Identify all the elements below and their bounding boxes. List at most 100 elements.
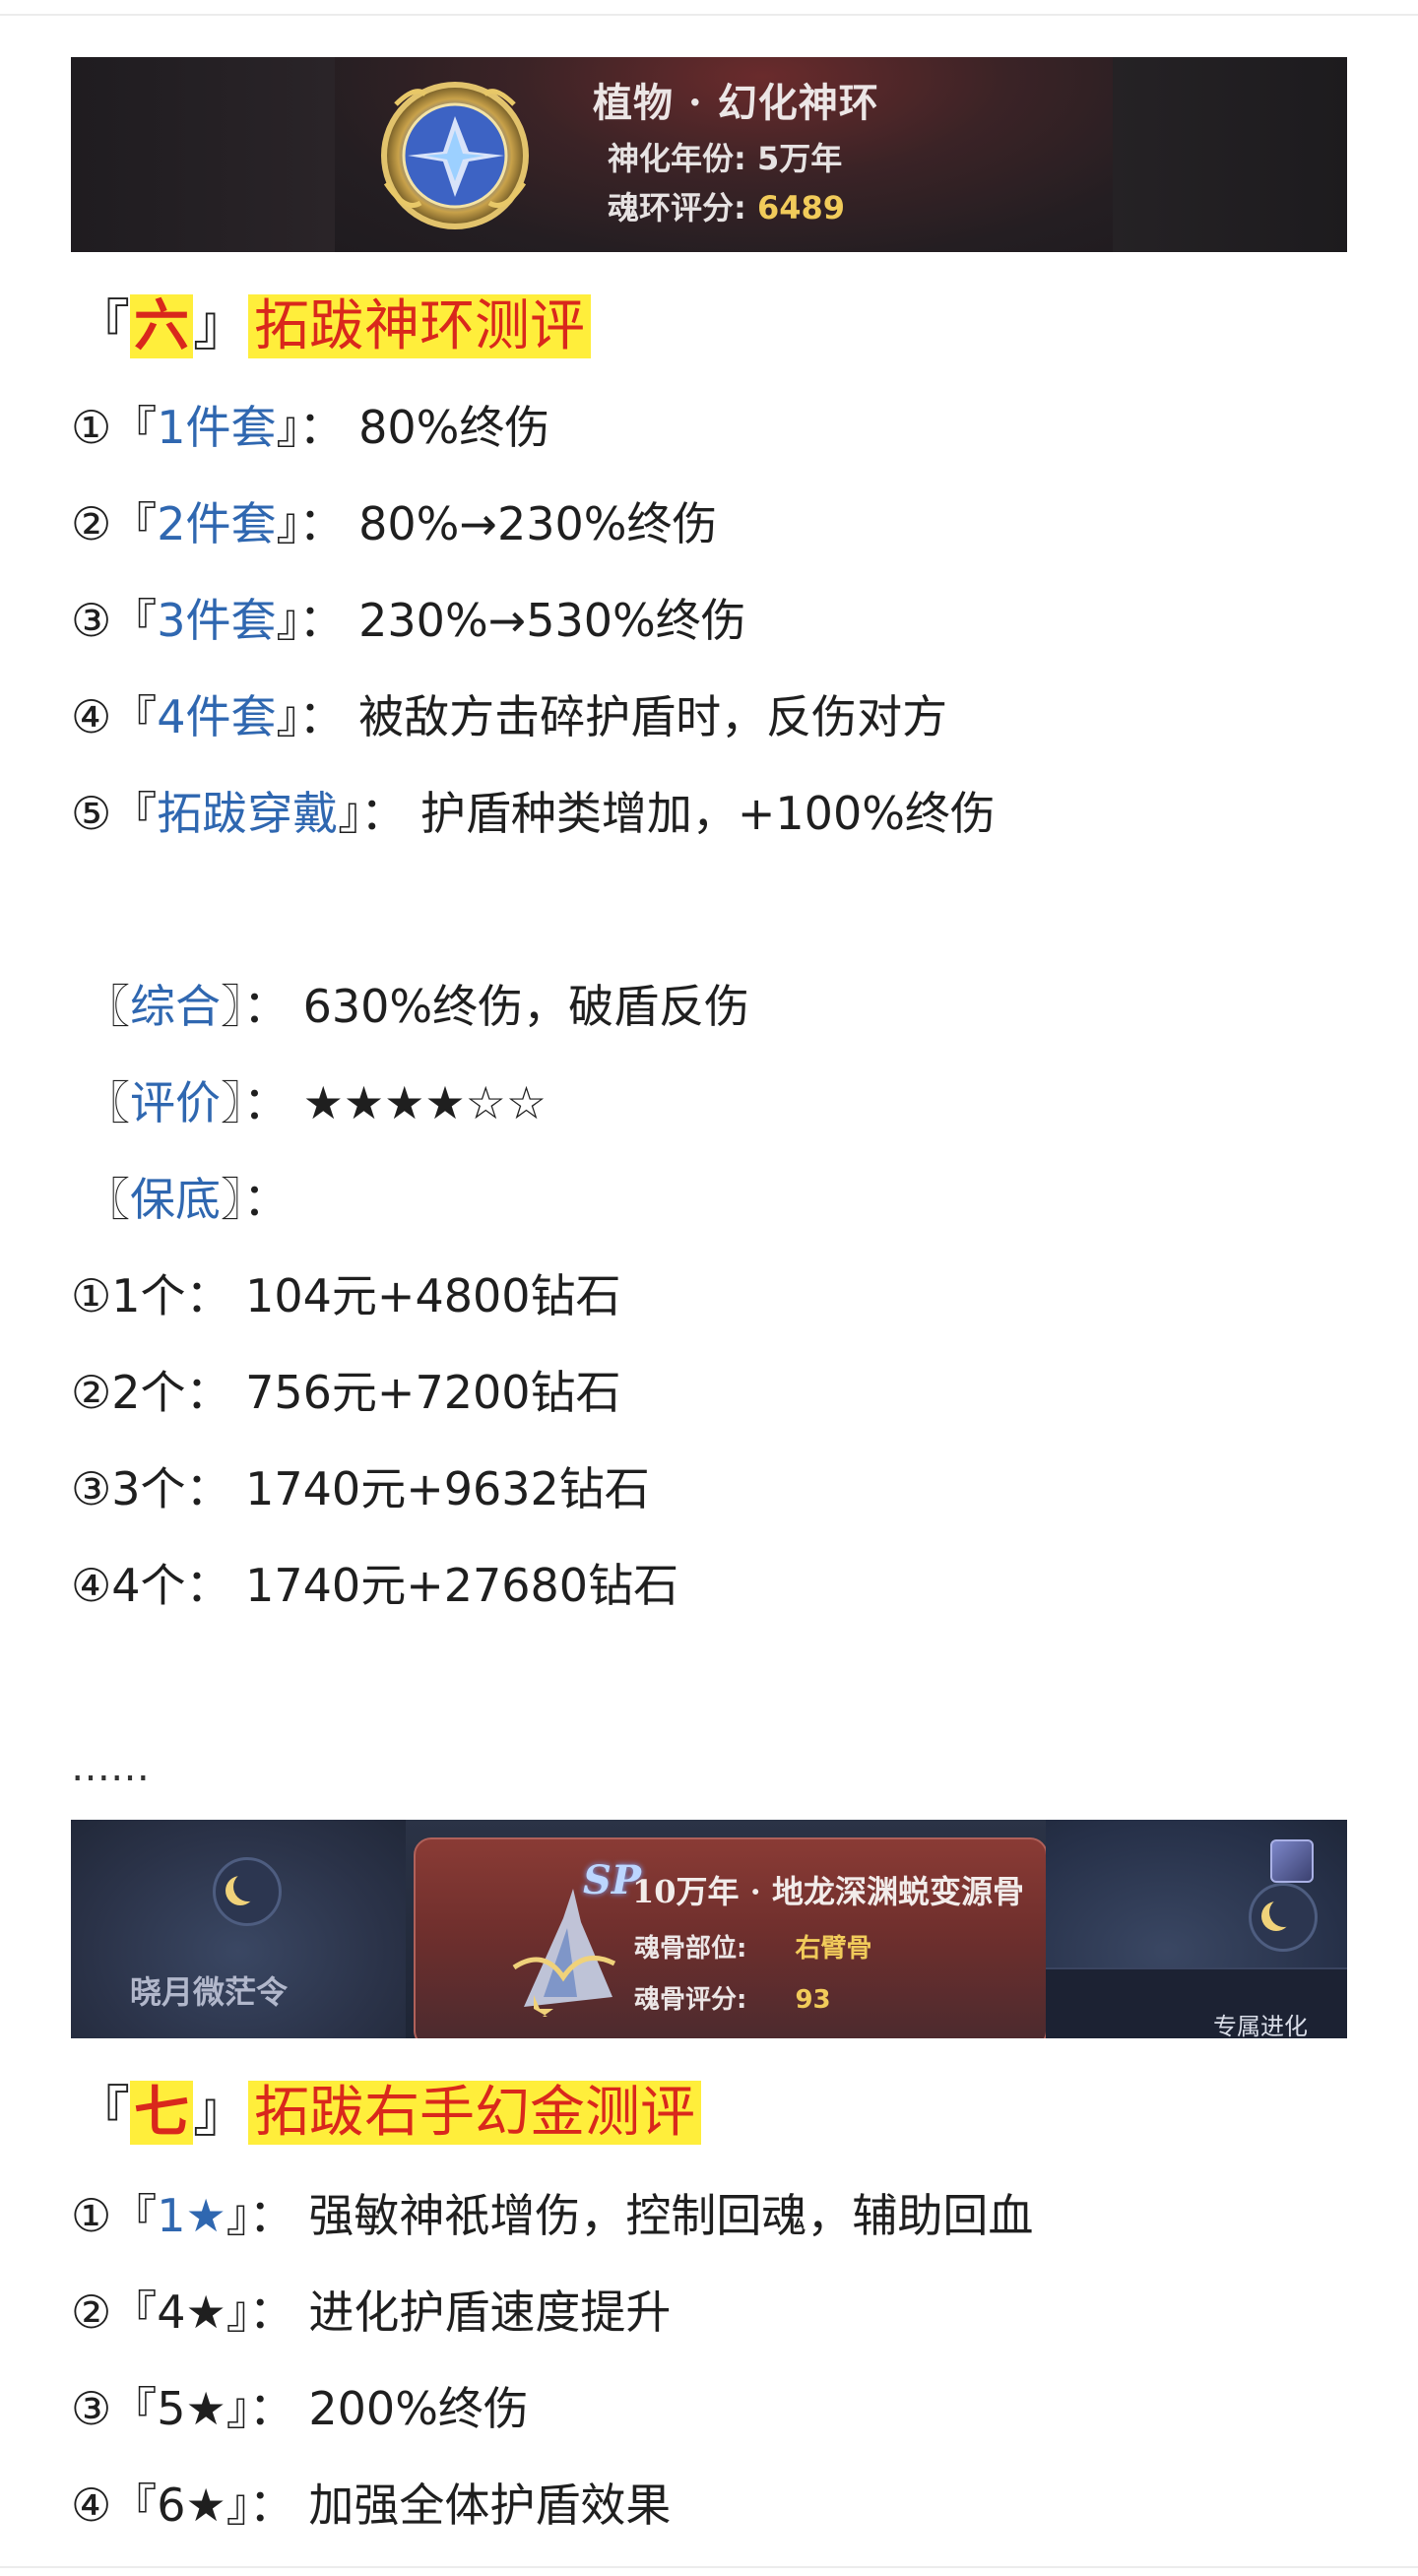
bone-score-value: 93 — [795, 1985, 831, 2015]
item-label: 6★ — [157, 2479, 226, 2532]
card-corner-icon — [1270, 1839, 1314, 1883]
set-item-3: ③『3件套』： 230%→530%终伤 — [71, 591, 746, 650]
item-marker: ③ — [71, 594, 112, 647]
item-bracket-close: 』 — [226, 2479, 249, 2532]
banner-title: 植物 · 幻化神环 — [593, 80, 879, 126]
item-label: 1★ — [157, 2189, 226, 2242]
star-item-1: ①『1★』： 强敏神祇增伤，控制回魂，辅助回血 — [71, 2186, 1033, 2245]
moon-icon — [1249, 1883, 1318, 1952]
soul-bone-banner: 晓月微茫令 SP 10万年 · 地龙深渊蜕变源骨 魂骨部位: 右臂骨 魂骨评分:… — [71, 1820, 1347, 2038]
summary-bracket-open: 〖 — [85, 980, 130, 1033]
heading-title: 拓跋神环测评 — [248, 294, 591, 358]
star-item-4: ②『4★』： 进化护盾速度提升 — [71, 2283, 671, 2342]
summary-bracket-close: 〗 — [221, 1076, 243, 1129]
year-label: 神化年份: — [608, 140, 746, 177]
item-label: 2件套 — [157, 497, 277, 550]
item-label: 4★ — [157, 2286, 226, 2339]
summary-guarantee: 〖保底〗： — [85, 1170, 289, 1229]
score-label: 魂环评分: — [608, 189, 746, 226]
item-bracket-close: 』 — [226, 2286, 249, 2339]
banner2-left-label: 晓月微茫令 — [130, 1973, 289, 2011]
bottom-divider — [0, 2566, 1418, 2568]
item-label: 3件套 — [157, 594, 277, 647]
item-bracket-close: 』 — [276, 594, 299, 647]
summary-bracket-close: 〗 — [221, 980, 243, 1033]
item-marker: ④ — [71, 690, 112, 743]
item-text: ： 加强全体护盾效果 — [248, 2479, 672, 2532]
bone-part-label: 魂骨部位: — [634, 1934, 747, 1964]
item-marker: ② — [71, 2286, 112, 2339]
item-bracket-open: 『 — [111, 2479, 158, 2532]
item-bracket-open: 『 — [111, 690, 158, 743]
item-bracket-close: 』 — [276, 690, 299, 743]
guarantee-3: ③3个： 1740元+9632钻石 — [71, 1462, 650, 1515]
item-text: ： 80%终伤 — [298, 401, 550, 454]
section-seven-heading: 『七』 拓跋右手幻金测评 — [75, 2074, 701, 2153]
item-bracket-close: 』 — [226, 2189, 249, 2242]
item-marker: ② — [71, 497, 112, 550]
heading-bracket-open: 『 — [75, 294, 130, 358]
bone-score-label: 魂骨评分: — [634, 1985, 747, 2015]
heading-number: 六 — [130, 294, 193, 358]
ellipsis: …… — [71, 1745, 150, 1790]
moon-icon — [213, 1857, 282, 1926]
item-marker: ⑤ — [71, 787, 112, 840]
summary-overall: 〖综合〗： 630%终伤，破盾反伤 — [85, 977, 749, 1036]
item-marker: ③ — [71, 2382, 112, 2435]
star-item-5: ③『5★』： 200%终伤 — [71, 2379, 529, 2438]
heading-bracket-open: 『 — [75, 2081, 130, 2145]
section-six-heading: 『六』 拓跋神环测评 — [75, 288, 591, 366]
item-text: ： 强敏神祇增伤，控制回魂，辅助回血 — [248, 2189, 1034, 2242]
summary-text: ： — [243, 1173, 289, 1226]
item-text: ： 护盾种类增加，+100%终伤 — [360, 787, 996, 840]
item-text: ： 被敌方击碎护盾时，反伤对方 — [298, 690, 948, 743]
set-item-2: ②『2件套』： 80%→230%终伤 — [71, 494, 717, 553]
item-label: 1件套 — [157, 401, 277, 454]
guarantee-2: ②2个： 756元+7200钻石 — [71, 1366, 621, 1419]
bone-part-row: 魂骨部位: 右臂骨 — [634, 1928, 871, 1964]
guarantee-1: ①1个： 104元+4800钻石 — [71, 1269, 621, 1322]
summary-rating: 〖评价〗： ★★★★☆☆ — [85, 1073, 547, 1132]
banner-right-panel — [1113, 57, 1347, 252]
item-bracket-open: 『 — [111, 2286, 158, 2339]
banner-left-panel — [71, 57, 335, 252]
item-label: 5★ — [157, 2382, 226, 2435]
set-item-5: ⑤『拓跋穿戴』： 护盾种类增加，+100%终伤 — [71, 784, 996, 843]
summary-label: 评价 — [130, 1076, 221, 1129]
item-bracket-close: 』 — [226, 2382, 249, 2435]
guarantee-4: ④4个： 1740元+27680钻石 — [71, 1559, 679, 1612]
item-label: 拓跋穿戴 — [157, 787, 339, 840]
summary-bracket-open: 〖 — [85, 1173, 130, 1226]
item-bracket-open: 『 — [111, 401, 158, 454]
score-value: 6489 — [756, 189, 846, 226]
summary-bracket-close: 〗 — [221, 1173, 243, 1226]
summary-text: ： 630%终伤，破盾反伤 — [243, 980, 750, 1033]
item-bracket-open: 『 — [111, 497, 158, 550]
banner2-title: 10万年 · 地龙深渊蜕变源骨 — [632, 1873, 1024, 1910]
item-bracket-open: 『 — [111, 2382, 158, 2435]
summary-bracket-open: 〖 — [85, 1076, 130, 1129]
item-text: ： 230%→530%终伤 — [298, 594, 746, 647]
banner2-bottom-text: 专属进化 — [1213, 2013, 1308, 2038]
soul-ring-emblem-icon — [381, 82, 529, 229]
item-bracket-close: 』 — [276, 401, 299, 454]
item-text: ： 200%终伤 — [248, 2382, 529, 2435]
item-label: 4件套 — [157, 690, 277, 743]
heading-number: 七 — [130, 2081, 193, 2145]
banner-year-row: 神化年份: 5万年 — [608, 134, 842, 179]
set-item-1: ①『1件套』： 80%终伤 — [71, 398, 549, 457]
item-marker: ④ — [71, 2479, 112, 2532]
banner-score-row: 魂环评分: 6489 — [608, 183, 845, 228]
item-bracket-close: 』 — [276, 497, 299, 550]
heading-title: 拓跋右手幻金测评 — [248, 2081, 701, 2145]
soul-ring-banner: 植物 · 幻化神环 神化年份: 5万年 魂环评分: 6489 — [71, 57, 1347, 252]
item-bracket-open: 『 — [111, 594, 158, 647]
set-item-4: ④『4件套』： 被敌方击碎护盾时，反伤对方 — [71, 687, 947, 746]
item-bracket-open: 『 — [111, 2189, 158, 2242]
item-bracket-open: 『 — [111, 787, 158, 840]
heading-bracket-close: 』 — [193, 2081, 248, 2145]
item-bracket-close: 』 — [338, 787, 361, 840]
year-value: 5万年 — [756, 140, 843, 177]
item-text: ： 进化护盾速度提升 — [248, 2286, 672, 2339]
item-text: ： 80%→230%终伤 — [298, 497, 718, 550]
